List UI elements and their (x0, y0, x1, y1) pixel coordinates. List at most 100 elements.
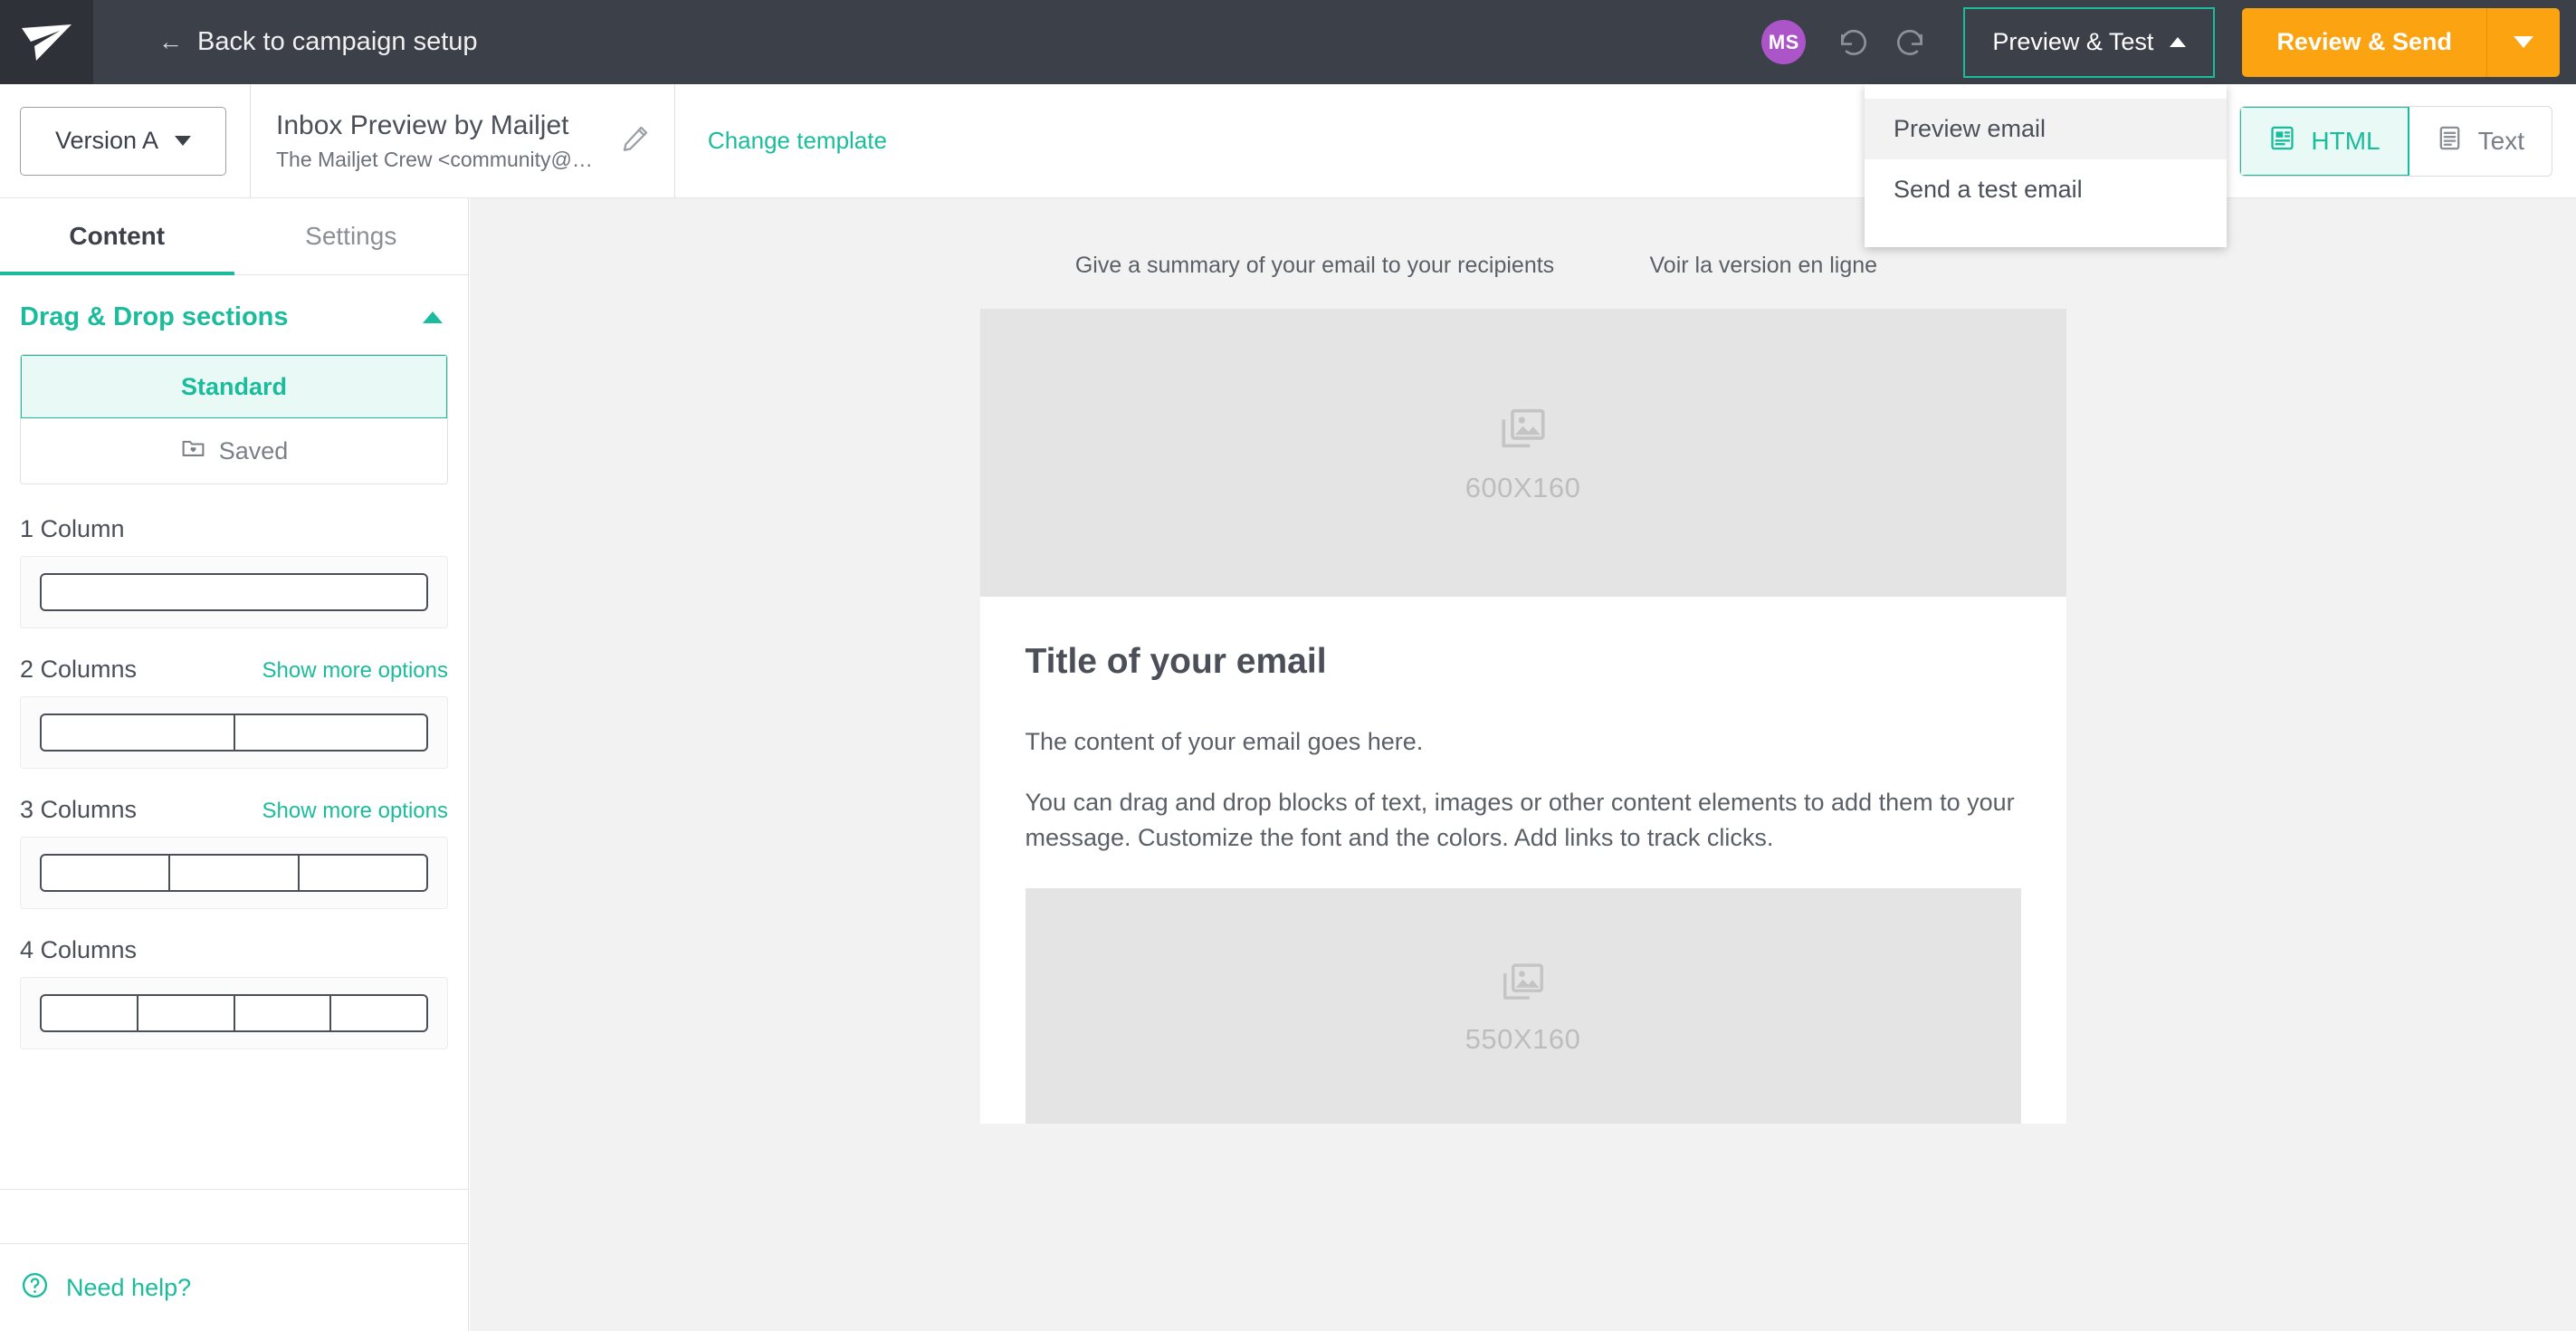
column-layout-1[interactable] (20, 556, 448, 628)
app-logo[interactable] (0, 0, 93, 84)
column-preview (40, 573, 428, 611)
need-help-button[interactable]: Need help? (0, 1243, 468, 1331)
menu-item-label: Preview email (1894, 115, 2046, 142)
arrow-left-icon: ← (158, 28, 183, 55)
column-group-header-1: 1 Column (20, 515, 448, 543)
email-content: Title of your email The content of your … (980, 597, 2066, 856)
caret-up-icon (2170, 37, 2187, 47)
column-cell (42, 575, 426, 609)
template-sender: The Mailjet Crew <community@… (276, 147, 593, 171)
column-layout-4[interactable] (20, 977, 448, 1049)
segment-saved[interactable]: Saved (21, 418, 447, 484)
column-group-label: 3 Columns (20, 796, 138, 823)
column-cell (136, 996, 234, 1030)
version-label: Version A (54, 127, 159, 154)
menu-item-preview-email[interactable]: Preview email (1865, 99, 2227, 159)
need-help-label: Need help? (66, 1273, 192, 1301)
sidebar-scroll-area: Drag & Drop sections Standard Saved 1 Co… (0, 275, 468, 1189)
menu-item-send-test-email[interactable]: Send a test email (1865, 159, 2227, 220)
tab-content[interactable]: Content (0, 198, 234, 275)
hero-image-placeholder[interactable]: 600X160 (979, 309, 2066, 597)
column-preview (40, 994, 428, 1032)
column-group-label: 4 Columns (20, 936, 138, 963)
tab-settings[interactable]: Settings (234, 198, 469, 274)
image-placeholder-icon (1499, 957, 1548, 1010)
column-cell (233, 715, 427, 750)
preview-test-label: Preview & Test (1992, 28, 2154, 55)
column-layout-2[interactable] (20, 696, 448, 769)
email-paragraph[interactable]: The content of your email goes here. (1026, 724, 2021, 760)
view-toggle-label: Text (2477, 126, 2524, 155)
column-group-label: 2 Columns (20, 656, 138, 683)
column-group-header-3: 3 Columns Show more options (20, 796, 448, 824)
column-cell (329, 996, 426, 1030)
email-preview-canvas: Give a summary of your email to your rec… (470, 198, 2576, 1331)
sidebar-tabs: Content Settings (0, 198, 468, 275)
show-more-options-link[interactable]: Show more options (262, 658, 448, 684)
tab-label: Settings (305, 222, 397, 250)
preview-test-button[interactable]: Preview & Test (1963, 6, 2216, 78)
sidebar-divider (0, 1189, 468, 1243)
preheader-summary[interactable]: Give a summary of your email to your rec… (980, 253, 1650, 279)
template-title: Inbox Preview by Mailjet (276, 110, 569, 140)
paper-plane-logo-icon (20, 23, 74, 62)
caret-up-icon (423, 311, 443, 323)
template-texts: Inbox Preview by Mailjet The Mailjet Cre… (276, 110, 593, 172)
placeholder-label: 550X160 (1465, 1022, 1581, 1055)
column-cell (42, 996, 137, 1030)
tab-label: Content (69, 222, 166, 250)
column-cell (42, 856, 168, 890)
view-toggle-text[interactable]: Text (2409, 107, 2552, 176)
edit-template-button[interactable] (620, 123, 651, 158)
section-source-toggle: Standard Saved (20, 354, 448, 484)
html-document-icon (2268, 124, 2296, 158)
top-bar: ← Back to campaign setup MS Preview & Te… (0, 0, 2576, 84)
question-circle-icon (20, 1270, 50, 1305)
undo-button[interactable] (1826, 14, 1882, 71)
text-document-icon (2436, 124, 2464, 158)
column-group-header-4: 4 Columns (20, 936, 448, 964)
change-template-link[interactable]: Change template (708, 127, 887, 155)
redo-icon (1893, 25, 1927, 60)
online-version-link[interactable]: Voir la version en ligne (1650, 253, 2066, 279)
column-cell (233, 996, 330, 1030)
column-cell (42, 715, 234, 750)
review-send-label: Review & Send (2242, 7, 2487, 77)
email-body: 600X160 Title of your email The content … (979, 309, 2066, 1125)
back-link-label: Back to campaign setup (197, 27, 478, 56)
column-cell (297, 856, 426, 890)
drag-drop-sections-header[interactable]: Drag & Drop sections (20, 275, 448, 354)
column-group-label: 1 Column (20, 515, 125, 542)
segment-label: Standard (180, 372, 288, 400)
version-selector[interactable]: Version A (20, 106, 226, 176)
segment-standard[interactable]: Standard (21, 355, 447, 419)
review-send-dropdown-toggle[interactable] (2487, 8, 2560, 77)
caret-down-icon (175, 136, 192, 146)
drag-drop-sections-title: Drag & Drop sections (20, 302, 289, 331)
pencil-icon (620, 123, 651, 158)
back-to-campaign-setup-link[interactable]: ← Back to campaign setup (158, 27, 478, 57)
avatar-initials: MS (1768, 30, 1799, 53)
review-send-button[interactable]: Review & Send (2242, 7, 2560, 77)
column-preview (40, 713, 428, 752)
column-group-header-2: 2 Columns Show more options (20, 656, 448, 684)
email-paragraph[interactable]: You can drag and drop blocks of text, im… (1026, 785, 2021, 856)
caret-down-icon (2514, 36, 2533, 48)
menu-item-label: Send a test email (1894, 176, 2083, 203)
saved-folder-icon (180, 435, 206, 467)
column-cell (168, 856, 297, 890)
email-title[interactable]: Title of your email (1026, 642, 2021, 682)
redo-button[interactable] (1882, 14, 1938, 71)
placeholder-label: 600X160 (1465, 471, 1581, 503)
template-info: Inbox Preview by Mailjet The Mailjet Cre… (250, 83, 675, 198)
view-toggle-label: HTML (2311, 126, 2380, 155)
segment-label: Saved (218, 436, 289, 464)
avatar[interactable]: MS (1761, 20, 1807, 64)
undo-icon (1837, 25, 1871, 60)
view-toggle-html[interactable]: HTML (2240, 106, 2409, 176)
secondary-image-placeholder[interactable]: 550X160 (1025, 888, 2021, 1125)
show-more-options-link[interactable]: Show more options (262, 799, 448, 824)
view-mode-toggle: HTML Text (2239, 105, 2552, 177)
column-layout-3[interactable] (20, 837, 448, 909)
preview-test-dropdown-menu: Preview email Send a test email (1865, 84, 2227, 247)
